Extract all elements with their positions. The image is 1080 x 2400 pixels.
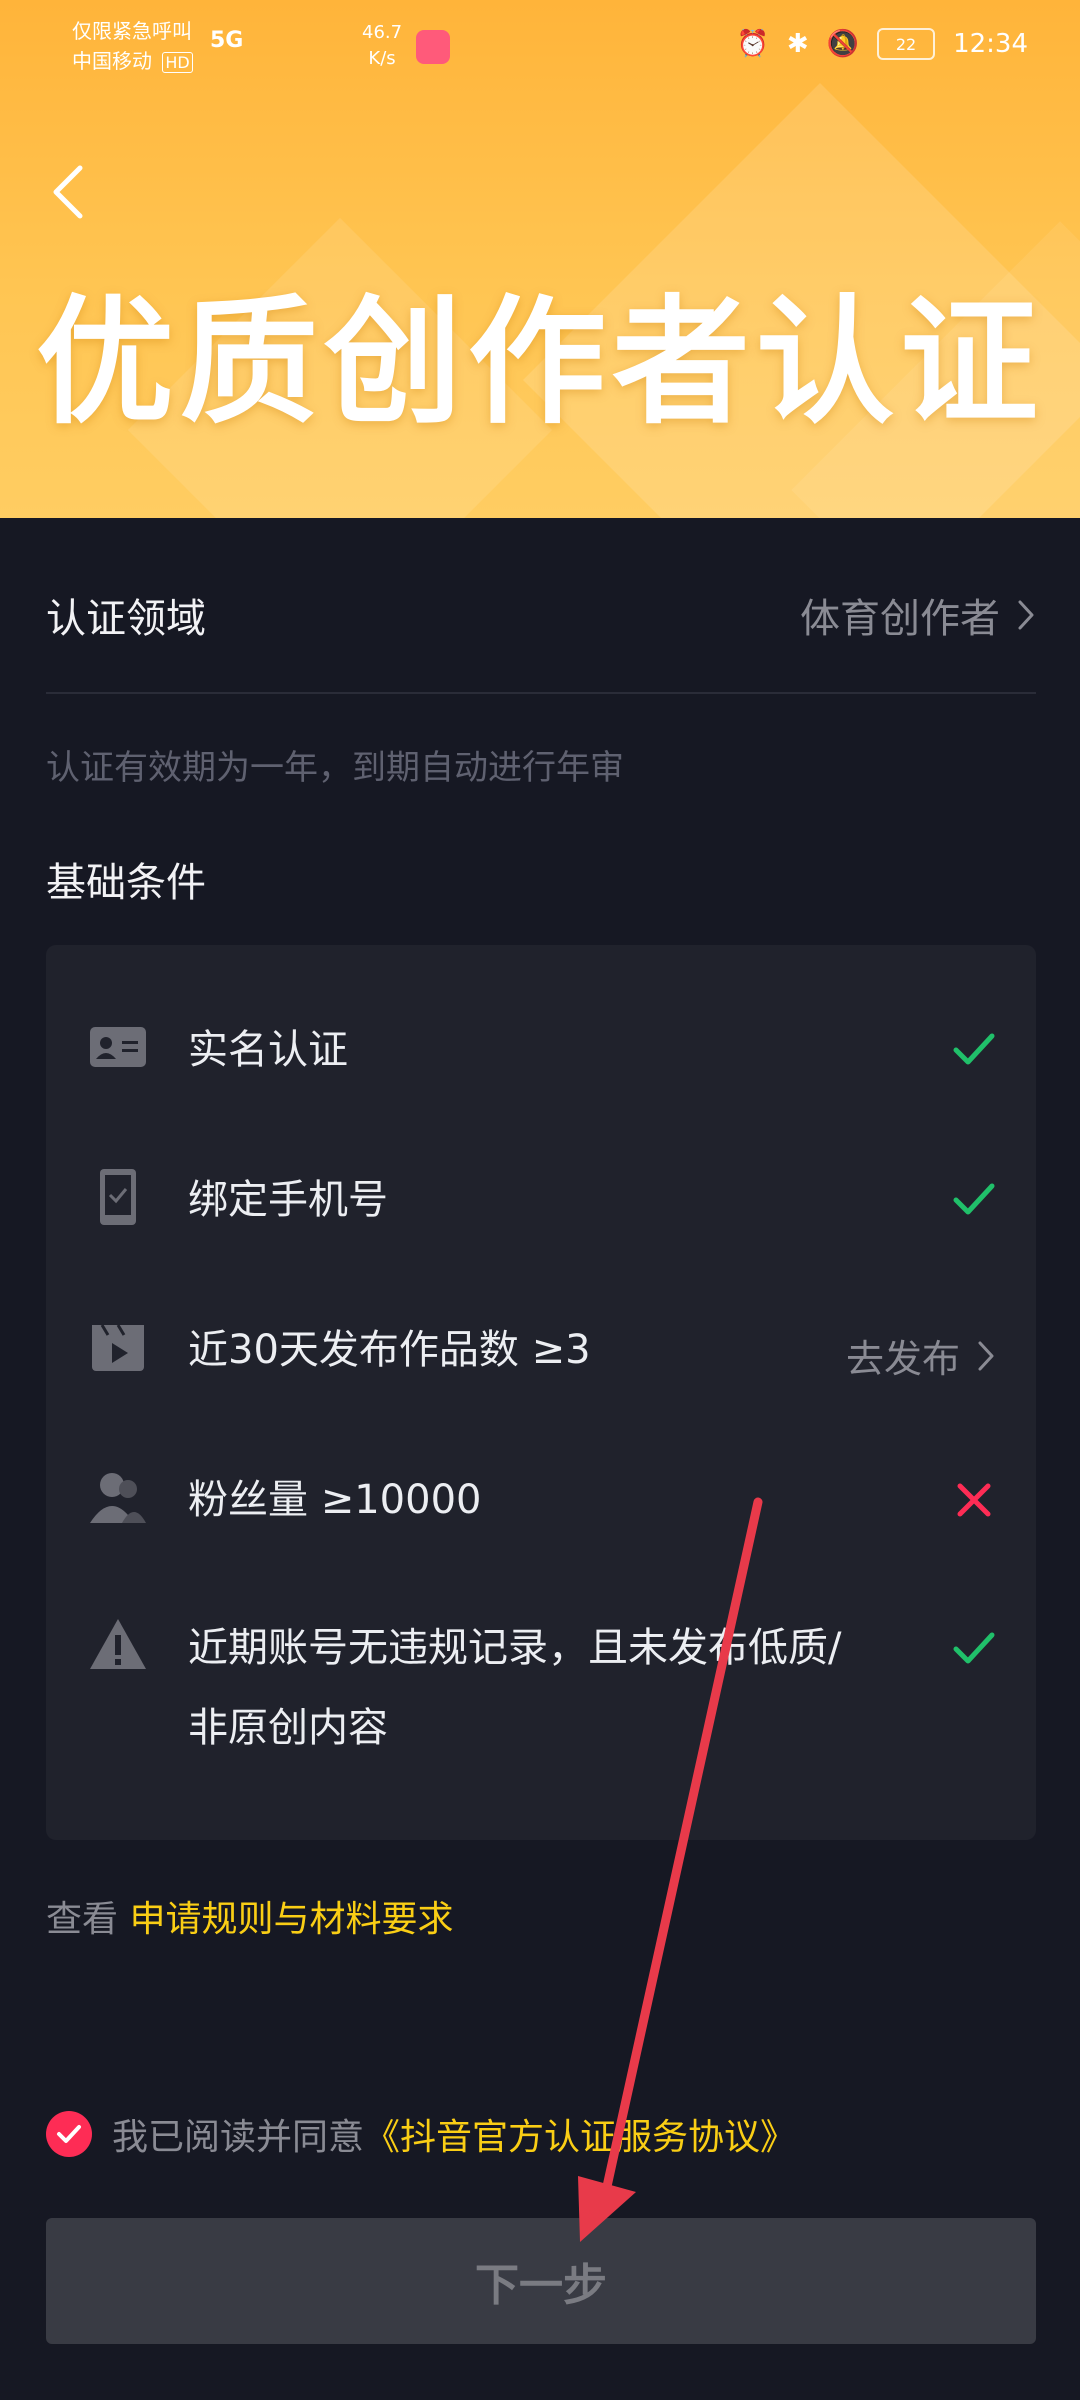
status-bar: 仅限紧急呼叫 中国移动 HD 5G 46.7 K/s ⏰ ✱ 🔕 22 12:3…	[0, 0, 1080, 92]
chevron-right-icon	[1018, 600, 1034, 630]
rules-prefix: 查看	[46, 1899, 119, 1940]
app-notification-icon	[416, 30, 450, 64]
alarm-icon: ⏰	[736, 29, 769, 59]
go-publish-link[interactable]: 去发布	[846, 1328, 996, 1383]
battery-icon: 22	[877, 28, 936, 60]
id-card-icon	[90, 1027, 146, 1067]
net-speed-value: 46.7	[362, 22, 403, 43]
hd-badge: HD	[162, 52, 193, 73]
condition-text-line2: 非原创内容	[188, 1705, 388, 1751]
condition-text: 实名认证	[188, 1027, 348, 1073]
check-icon	[953, 1033, 995, 1065]
agree-checkbox[interactable]	[46, 2111, 92, 2157]
agreement-prefix: 我已阅读并同意	[112, 2117, 365, 2158]
carrier-info: 仅限紧急呼叫 中国移动 HD	[72, 16, 193, 78]
section-title: 基础条件	[46, 860, 206, 906]
field-label: 认证领域	[46, 596, 206, 642]
carrier-line2: 中国移动	[72, 49, 152, 73]
condition-followers: 粉丝量 ≥10000	[46, 1445, 1036, 1555]
divider	[46, 692, 1036, 694]
condition-text-line1: 近期账号无违规记录，且未发布低质/	[188, 1625, 842, 1671]
warning-icon	[90, 1619, 146, 1669]
condition-no-violation: 近期账号无违规记录，且未发布低质/ 非原创内容	[46, 1595, 1036, 1785]
next-button[interactable]: 下一步	[46, 2218, 1036, 2344]
validity-note: 认证有效期为一年，到期自动进行年审	[46, 748, 624, 788]
field-value[interactable]: 体育创作者	[800, 586, 1036, 644]
net-speed-unit: K/s	[368, 48, 396, 69]
network-type: 5G	[210, 28, 244, 53]
go-publish-label: 去发布	[845, 1337, 960, 1381]
chevron-right-icon	[978, 1341, 994, 1370]
condition-real-name: 实名认证	[46, 995, 1036, 1105]
checkmark-icon	[57, 2125, 81, 2143]
agreement-row: 我已阅读并同意《抖音官方认证服务协议》	[46, 2108, 796, 2160]
check-icon	[953, 1632, 995, 1664]
certification-field-row[interactable]: 认证领域 体育创作者	[46, 570, 1036, 660]
agreement-link[interactable]: 《抖音官方认证服务协议》	[364, 2117, 796, 2158]
condition-text: 粉丝量 ≥10000	[188, 1477, 482, 1523]
conditions-card: 实名认证 绑定手机号 近30天发布作品数 ≥3 去发布 粉丝量 ≥10000 近…	[46, 945, 1036, 1840]
header-banner: 仅限紧急呼叫 中国移动 HD 5G 46.7 K/s ⏰ ✱ 🔕 22 12:3…	[0, 0, 1080, 518]
chevron-left-icon[interactable]	[48, 162, 88, 222]
page-title: 优质创作者认证	[35, 282, 1044, 443]
bluetooth-icon: ✱	[786, 29, 809, 59]
users-icon	[90, 1473, 146, 1523]
mute-icon: 🔕	[826, 29, 860, 59]
condition-phone: 绑定手机号	[46, 1145, 1036, 1255]
rules-line: 查看 申请规则与材料要求	[46, 1890, 453, 1942]
check-icon	[953, 1183, 995, 1215]
condition-text: 绑定手机号	[188, 1177, 388, 1223]
condition-text: 近30天发布作品数 ≥3	[188, 1327, 591, 1373]
field-value-text: 体育创作者	[800, 596, 1000, 642]
phone-icon	[100, 1169, 136, 1225]
net-speed: 46.7 K/s	[362, 20, 402, 72]
cross-icon	[957, 1483, 991, 1517]
condition-posts: 近30天发布作品数 ≥3 去发布	[46, 1295, 1036, 1405]
clock: 12:34	[953, 29, 1028, 59]
video-icon	[92, 1324, 144, 1371]
carrier-line1: 仅限紧急呼叫	[72, 19, 192, 43]
rules-link[interactable]: 申请规则与材料要求	[129, 1899, 453, 1940]
